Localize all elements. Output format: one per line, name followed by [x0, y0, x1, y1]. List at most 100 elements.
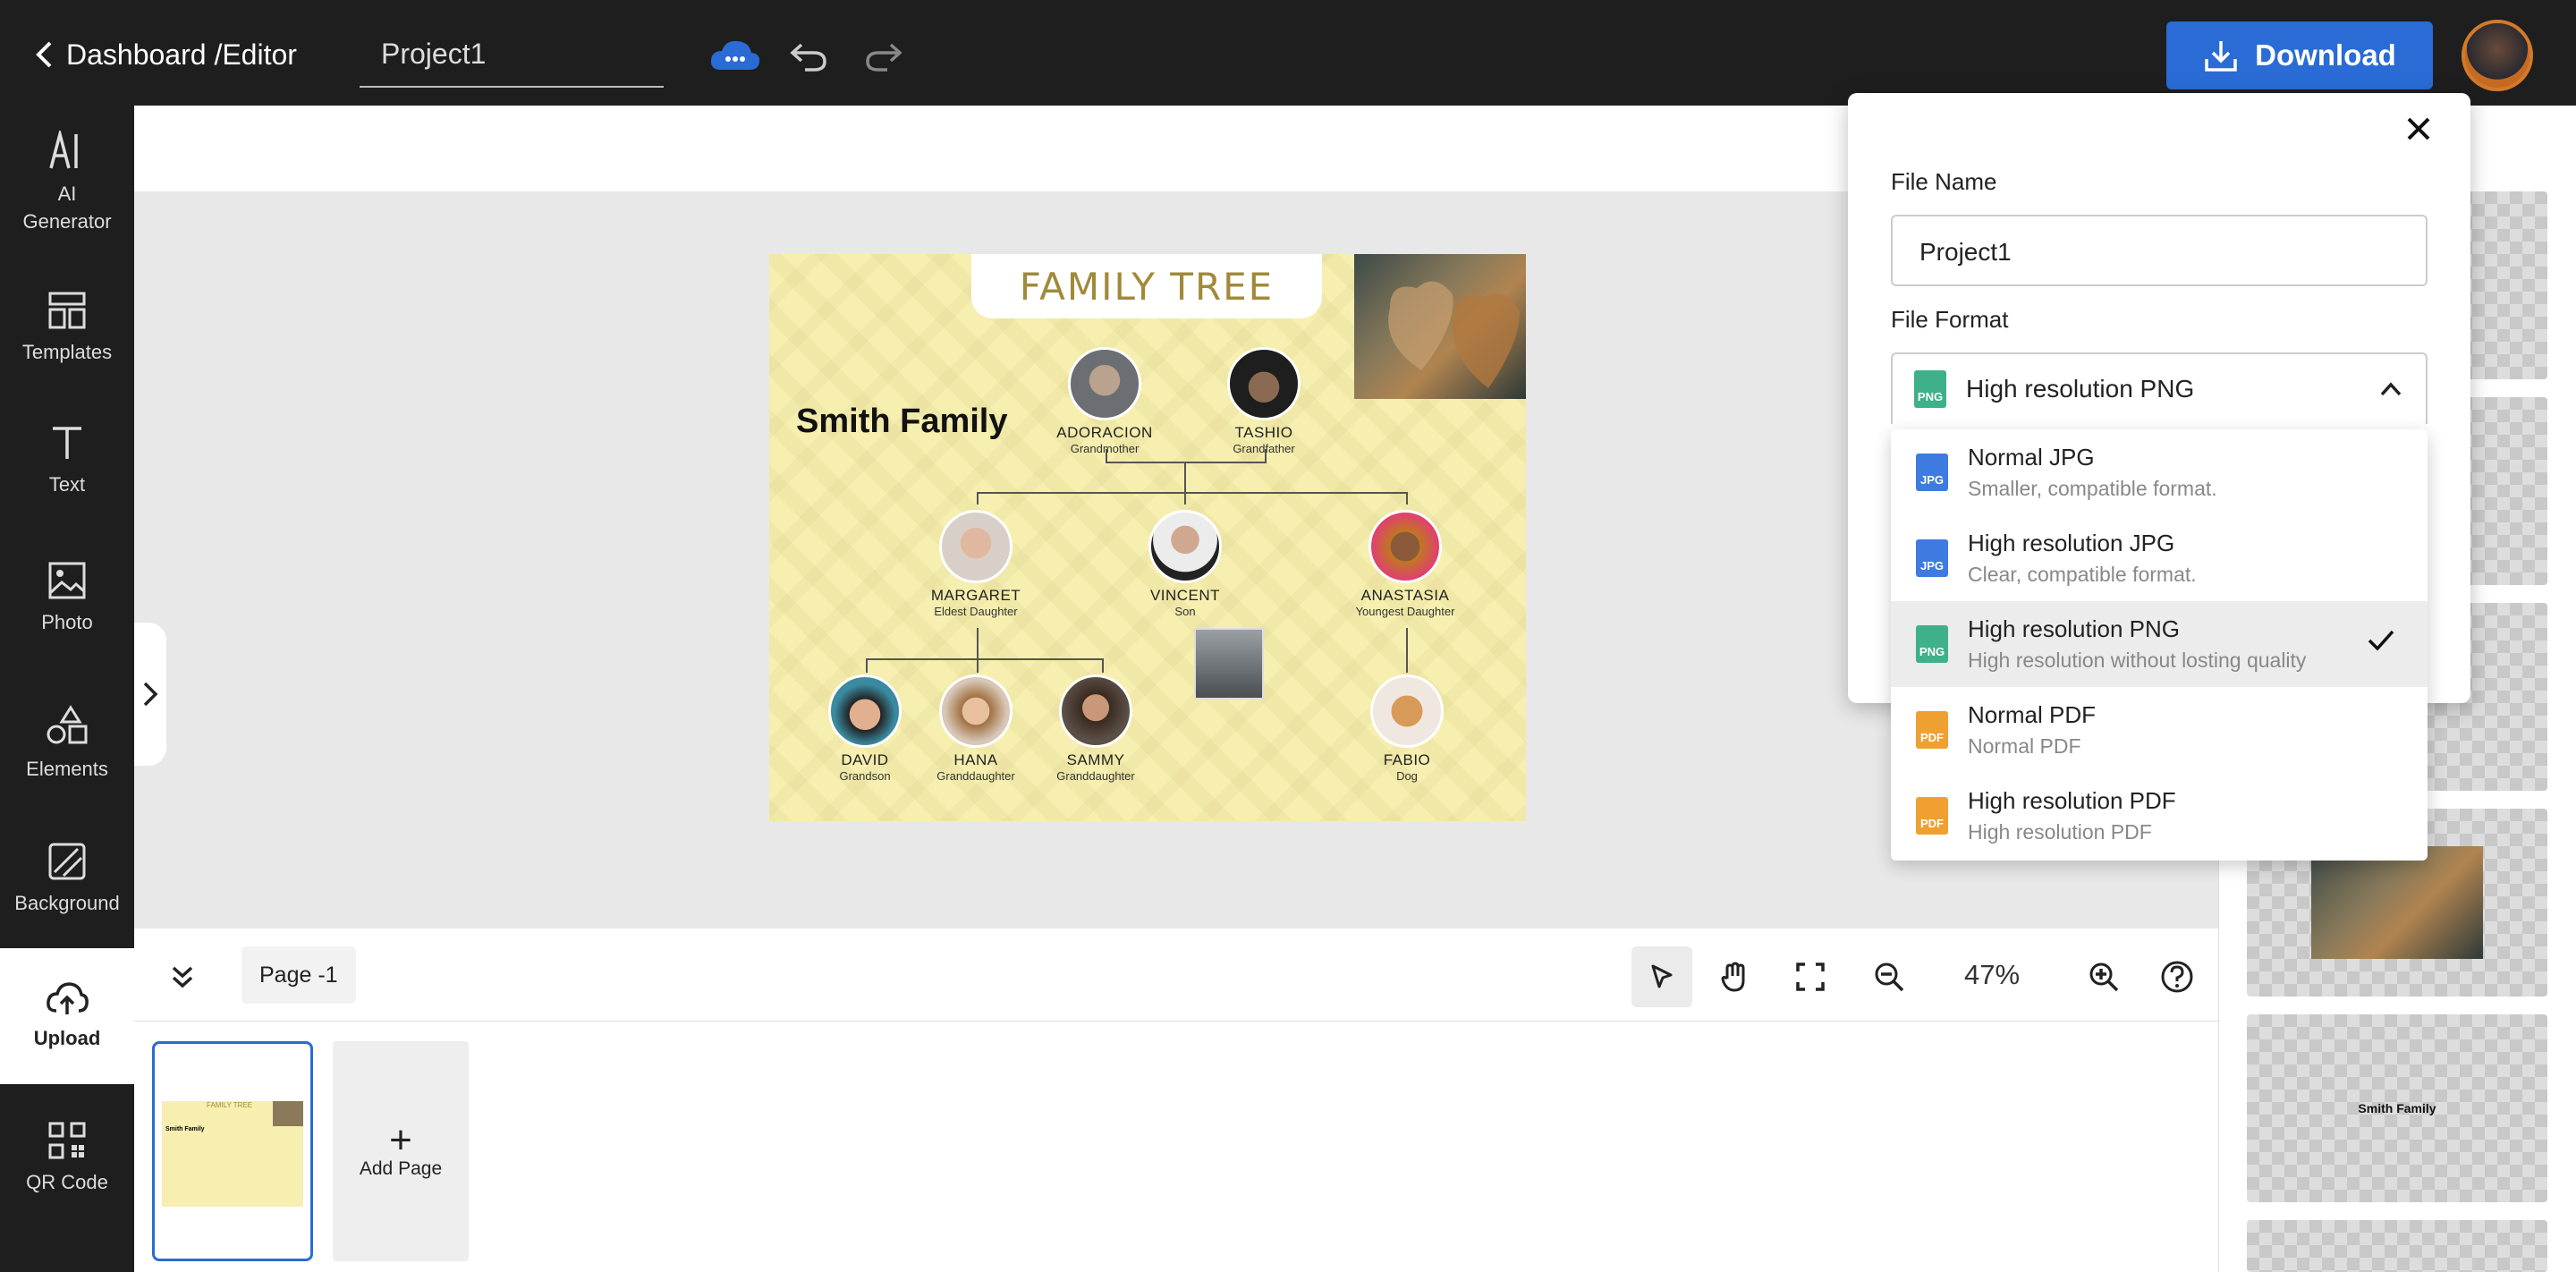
person-card[interactable]: MARGARET Eldest Daughter: [909, 510, 1043, 618]
placeholder-photo[interactable]: [1194, 628, 1264, 700]
redo-icon[interactable]: [862, 34, 905, 77]
sidebar-item-label: Text: [48, 472, 86, 496]
hand-tool-button[interactable]: [1710, 952, 1760, 1002]
file-name-input[interactable]: Project1: [1891, 215, 2428, 286]
asset-text: Smith Family: [2358, 1101, 2436, 1115]
page-thumbnail[interactable]: FAMILY TREE Smith Family: [152, 1041, 313, 1261]
sidebar-item-templates[interactable]: Templates: [0, 261, 134, 395]
connector-line: [977, 492, 979, 505]
person-photo: [939, 510, 1013, 583]
person-card[interactable]: VINCENT Son: [1118, 510, 1252, 618]
connector-line: [866, 658, 1104, 660]
expand-panel-toggle[interactable]: [134, 623, 166, 766]
person-photo: [1370, 674, 1444, 748]
hand-icon: [1721, 962, 1745, 992]
jpg-file-icon: JPG: [1916, 454, 1948, 491]
thumb-photo: [273, 1101, 303, 1126]
sidebar-item-upload[interactable]: Upload: [0, 948, 134, 1084]
person-photo: [1148, 510, 1222, 583]
format-option-hires-jpg[interactable]: JPG High resolution JPG Clear, compatible…: [1891, 515, 2428, 601]
sidebar-item-label: Upload: [33, 1026, 101, 1049]
connector-line: [1184, 462, 1186, 494]
cloud-upload-icon: [47, 981, 89, 1014]
sidebar-item-qr-code[interactable]: QR Code: [0, 1091, 134, 1225]
cloud-sync-icon[interactable]: [708, 34, 762, 77]
select-tool-button[interactable]: [1631, 946, 1692, 1007]
chevron-left-icon: [36, 41, 52, 68]
close-dialog-button[interactable]: [2397, 107, 2440, 150]
person-card[interactable]: HANA Granddaughter: [909, 674, 1043, 783]
person-card[interactable]: ADORACION Grandmother: [1038, 347, 1172, 455]
sidebar-item-label: Elements: [26, 757, 108, 780]
png-file-icon: PNG: [1914, 370, 1946, 408]
back-to-dashboard-link[interactable]: Dashboard /Editor: [34, 32, 297, 77]
fullscreen-icon: [1796, 962, 1825, 991]
add-page-button[interactable]: + Add Page: [333, 1041, 469, 1261]
pdf-file-icon: PDF: [1916, 797, 1948, 835]
jpg-file-icon: JPG: [1916, 539, 1948, 577]
person-name: ANASTASIA: [1360, 587, 1450, 604]
undo-icon[interactable]: [787, 34, 830, 77]
file-name-label: File Name: [1891, 168, 1997, 195]
connector-line: [866, 658, 868, 673]
person-role: Granddaughter: [936, 769, 1015, 783]
file-format-dropdown: JPG Normal JPG Smaller, compatible format…: [1891, 429, 2428, 861]
chevron-up-icon: [2380, 382, 2402, 396]
background-icon: [48, 843, 86, 880]
file-format-select[interactable]: PNG High resolution PNG: [1891, 352, 2428, 424]
zoom-in-button[interactable]: [2079, 952, 2129, 1002]
hearts-photo[interactable]: [1354, 254, 1526, 399]
chevron-right-icon: [143, 682, 158, 707]
format-option-normal-jpg[interactable]: JPG Normal JPG Smaller, compatible format…: [1891, 429, 2428, 515]
sidebar-item-label: Background: [14, 891, 120, 914]
zoom-in-icon: [2089, 962, 2119, 992]
option-desc: Clear, compatible format.: [1968, 563, 2197, 586]
download-button[interactable]: Download: [2166, 21, 2433, 89]
person-photo: [1059, 674, 1132, 748]
family-tree-title: FAMILY TREE: [971, 254, 1322, 318]
avatar[interactable]: [2462, 20, 2533, 91]
family-name-heading: Smith Family: [796, 403, 1008, 440]
plus-icon: +: [389, 1118, 412, 1162]
asset-thumbnail[interactable]: [2247, 1220, 2547, 1272]
sidebar-item-ai-generator[interactable]: AI Generator: [0, 116, 134, 250]
fit-screen-button[interactable]: [1785, 952, 1835, 1002]
file-format-label: File Format: [1891, 306, 2009, 333]
thumb-title: FAMILY TREE: [207, 1101, 253, 1109]
person-role: Eldest Daughter: [934, 605, 1018, 618]
zoom-out-button[interactable]: [1864, 952, 1914, 1002]
selected-format: High resolution PNG: [1966, 375, 2195, 403]
person-name: FABIO: [1383, 751, 1431, 768]
option-title: Normal PDF: [1968, 701, 2097, 728]
sidebar-item-elements[interactable]: Elements: [0, 676, 134, 810]
option-desc: Smaller, compatible format.: [1968, 477, 2217, 500]
connector-line: [1406, 628, 1408, 673]
download-icon: [2205, 41, 2237, 72]
asset-thumbnail[interactable]: Smith Family: [2247, 1014, 2547, 1202]
connector-line: [1106, 462, 1267, 463]
person-name: HANA: [953, 751, 998, 768]
person-card[interactable]: SAMMY Granddaughter: [1029, 674, 1163, 783]
person-role: Youngest Daughter: [1355, 605, 1455, 618]
format-option-hires-png[interactable]: PNG High resolution PNG High resolution w…: [1891, 601, 2428, 687]
add-page-label: Add Page: [359, 1158, 443, 1179]
help-button[interactable]: [2152, 952, 2202, 1002]
connector-line: [977, 648, 979, 673]
format-option-normal-pdf[interactable]: PDF Normal PDF Normal PDF: [1891, 687, 2428, 773]
person-card[interactable]: TASHIO Grandfather: [1197, 347, 1331, 455]
collapse-pages-button[interactable]: [157, 952, 208, 1002]
sidebar-item-photo[interactable]: Photo: [0, 531, 134, 666]
sidebar-item-background[interactable]: Background: [0, 812, 134, 946]
option-title: High resolution PNG: [1968, 615, 2180, 642]
download-label: Download: [2255, 38, 2396, 72]
format-option-hires-pdf[interactable]: PDF High resolution PDF High resolution P…: [1891, 773, 2428, 859]
elements-icon: [47, 704, 88, 744]
person-card[interactable]: FABIO Dog: [1340, 674, 1474, 783]
design-page[interactable]: FAMILY TREE Smith Family ADORACION Grand…: [769, 254, 1526, 821]
thumbnail-preview: FAMILY TREE Smith Family: [162, 1101, 303, 1207]
sidebar-item-label: AI Generator: [22, 182, 112, 233]
project-name-input[interactable]: Project1: [360, 25, 664, 88]
connector-line: [977, 492, 1408, 494]
person-card[interactable]: ANASTASIA Youngest Daughter: [1338, 510, 1472, 618]
sidebar-item-text[interactable]: Text: [0, 394, 134, 528]
